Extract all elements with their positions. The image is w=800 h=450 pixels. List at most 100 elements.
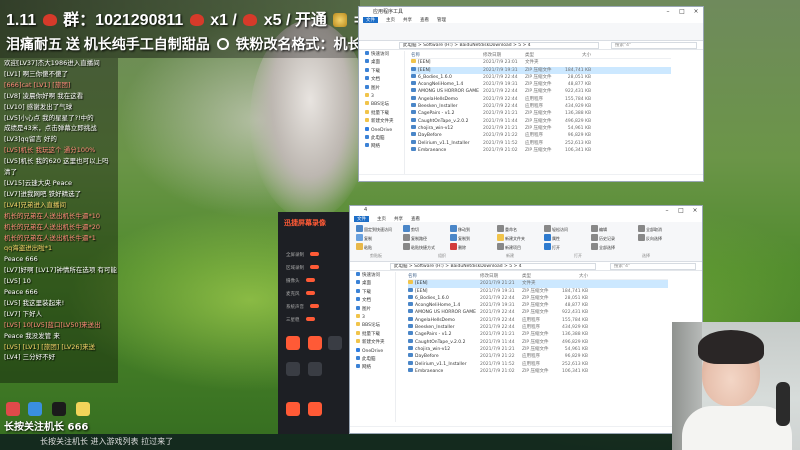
nav-item[interactable]: 桌面	[359, 59, 404, 67]
file-row[interactable]: Beesken_Installer 2021/7/9 22:44 应用程序 434,9…	[408, 324, 668, 331]
column-header[interactable]: 类型	[522, 273, 562, 279]
folder-icon[interactable]	[76, 402, 90, 416]
ribbon-command[interactable]: 全部选择	[591, 243, 615, 251]
ribbon-command[interactable]: 全部取消	[638, 225, 662, 233]
file-row[interactable]: AngelaHellsDemo 2021/7/9 22:44 应用程序 155,784…	[411, 95, 671, 103]
ribbon-command[interactable]: 历史记录	[591, 234, 615, 242]
file-row[interactable]: CaughtOnTape_v.2.0.2 2021/7/9 11:44 ZIP 压缩…	[411, 117, 671, 125]
nav-item[interactable]: 文档	[359, 76, 404, 84]
address-path[interactable]: 此电脑 > Software (H:) > BaiduNetdiskDownlo…	[399, 42, 599, 49]
file-row[interactable]: AngelaHellsDemo 2021/7/9 22:44 应用程序 155,784…	[408, 316, 668, 324]
ribbon-command[interactable]: 重命名	[497, 225, 517, 233]
file-row[interactable]: [EEN] 2021/7/9 21:21 文件夹	[408, 280, 668, 288]
minimize-icon[interactable]: –	[661, 7, 675, 16]
file-explorer-window-bottom[interactable]: 4 – □ × 文件 主页 共享 查看 固定到快速访问 复制 粘贴 剪切 复制路径 粘贴快捷方式…	[349, 205, 703, 434]
ribbon-command[interactable]: 剪切	[403, 225, 419, 233]
column-header[interactable]: 修改日期	[480, 273, 522, 279]
file-row[interactable]: AcongNeliHome_1.4 2021/7/9 19:31 ZIP 压缩文件 4…	[408, 302, 668, 309]
nav-item[interactable]: 下载	[359, 67, 404, 76]
toggle-switch[interactable]	[305, 317, 315, 321]
search-box[interactable]: 搜索"4"	[610, 263, 696, 270]
ribbon-tab[interactable]: 共享	[394, 216, 403, 222]
recorder-option[interactable]: 麦克风	[278, 291, 350, 297]
file-row[interactable]: CagePairs - v1.2 2021/7/9 21:21 ZIP 压缩文件 13…	[411, 110, 671, 117]
pause-icon[interactable]	[308, 336, 322, 350]
ribbon-command[interactable]: 新建文件夹	[497, 234, 525, 242]
ribbon-command[interactable]: 反向选择	[638, 234, 662, 242]
recorder-option[interactable]: 区域录制	[278, 265, 350, 271]
nav-item[interactable]: 快速访问	[350, 272, 395, 280]
ribbon-tab[interactable]: 主页	[377, 216, 386, 222]
toggle-switch[interactable]	[305, 278, 315, 282]
ribbon-command[interactable]: 复制	[356, 234, 372, 242]
app-shortcut-icon[interactable]	[28, 402, 42, 416]
ribbon-tab[interactable]: 文件	[363, 16, 378, 23]
nav-item[interactable]: 文档	[350, 297, 395, 305]
ribbon-tab[interactable]: 查看	[411, 216, 420, 222]
nav-item[interactable]: OneDrive	[350, 347, 395, 356]
nav-item[interactable]: 批量下载	[359, 109, 404, 118]
nav-item[interactable]: 新建文件夹	[350, 339, 395, 347]
nav-item[interactable]: 新建文件夹	[359, 118, 404, 126]
ribbon-command[interactable]: 轻松访问	[544, 225, 568, 233]
nav-item[interactable]: 图片	[350, 305, 395, 314]
titlebar[interactable]: 4 – □ ×	[350, 206, 702, 215]
file-row[interactable]: Delirium_v1.1_Installer 2021/7/9 11:52 应用程…	[408, 360, 668, 368]
ribbon-command[interactable]: 删除	[450, 243, 466, 251]
file-row[interactable]: CagePairs - v1.2 2021/7/9 21:21 ZIP 压缩文件 13…	[408, 331, 668, 338]
search-box[interactable]: 搜索"4"	[611, 42, 697, 49]
recorder-option[interactable]: 系统声音	[278, 304, 350, 310]
column-header[interactable]: 修改日期	[483, 52, 525, 58]
file-row[interactable]: DayBefore 2021/7/9 21:22 应用程序 96,829 KB	[408, 353, 668, 360]
file-row[interactable]: 6_Bodies_1.6.0 2021/7/9 22:44 ZIP 压缩文件 28,0…	[411, 73, 671, 81]
ribbon-command[interactable]: 属性	[544, 234, 560, 242]
nav-item[interactable]: 快速访问	[359, 51, 404, 59]
recorder-option[interactable]: 三星稳	[278, 317, 350, 323]
close-icon[interactable]: ×	[688, 206, 702, 215]
address-path[interactable]: 此电脑 > Software (H:) > BaiduNetdiskDownlo…	[390, 263, 596, 270]
record-icon[interactable]	[286, 336, 300, 350]
file-row[interactable]: Beesken_Installer 2021/7/9 22:44 应用程序 434,9…	[411, 103, 671, 110]
ribbon-command[interactable]: 复制路径	[403, 234, 427, 242]
ribbon-command[interactable]: 粘贴快捷方式	[403, 243, 435, 251]
close-icon[interactable]: ×	[689, 7, 703, 16]
nav-item[interactable]: 3	[359, 92, 404, 101]
nav-item[interactable]: 桌面	[350, 280, 395, 288]
column-header[interactable]: 类型	[525, 52, 565, 58]
file-row[interactable]: DayBefore 2021/7/9 21:22 应用程序 96,829 KB	[411, 132, 671, 139]
ribbon-command[interactable]: 复制到	[450, 234, 470, 242]
file-row[interactable]: [EEN] 2021/7/9 19:31 ZIP 压缩文件 184,741 KB	[408, 287, 668, 295]
file-explorer-window-top[interactable]: 应用程序工具 – □ × 文件 主页 共享 查看 管理 此电脑 > Software (…	[358, 6, 704, 182]
ribbon-command[interactable]: 新建项目	[497, 243, 521, 251]
file-row[interactable]: AMONG US HORROR GAME 2021/7/9 22:44 ZIP 压缩…	[411, 88, 671, 95]
toggle-switch[interactable]	[305, 291, 315, 295]
stop-icon[interactable]	[328, 336, 342, 350]
file-row[interactable]: Delirium_v1.1_Installer 2021/7/9 11:52 应用程…	[411, 139, 671, 147]
ribbon-tab[interactable]: 共享	[403, 17, 412, 23]
file-row[interactable]: [EEN] 2021/7/9 23:01 文件夹	[411, 59, 671, 66]
toggle-switch[interactable]	[310, 252, 319, 256]
settings-icon[interactable]	[286, 362, 300, 376]
nav-item[interactable]: BBS论坛	[350, 322, 395, 330]
nav-item[interactable]: 网络	[350, 364, 395, 372]
ribbon-tab[interactable]: 查看	[420, 17, 429, 23]
ribbon-command[interactable]: 编辑	[591, 225, 607, 233]
minimize-icon[interactable]: –	[660, 206, 674, 215]
titlebar[interactable]: 应用程序工具 – □ ×	[359, 7, 703, 16]
column-header[interactable]: 大小	[562, 273, 588, 279]
nav-item[interactable]: 3	[350, 313, 395, 322]
nav-item[interactable]: 此电脑	[359, 134, 404, 143]
folder-icon[interactable]	[308, 362, 322, 376]
recorder-option[interactable]: 全屏录制	[278, 252, 350, 258]
nav-item[interactable]: 图片	[359, 84, 404, 93]
ribbon-command[interactable]: 粘贴	[356, 243, 372, 251]
ribbon-tab[interactable]: 文件	[354, 215, 369, 222]
camera-icon[interactable]	[286, 402, 300, 416]
file-row[interactable]: AMONG US HORROR GAME 2021/7/9 22:44 ZIP 压缩…	[408, 309, 668, 316]
recorder-option[interactable]: 摄像头	[278, 278, 350, 284]
file-row[interactable]: 6_Bodies_1.6.0 2021/7/9 22:44 ZIP 压缩文件 28,0…	[408, 294, 668, 302]
ribbon-command[interactable]: 打开	[544, 243, 560, 251]
ribbon-command[interactable]: 固定到快速访问	[356, 225, 392, 233]
nav-item[interactable]: BBS论坛	[359, 101, 404, 109]
toggle-switch[interactable]	[310, 265, 319, 269]
